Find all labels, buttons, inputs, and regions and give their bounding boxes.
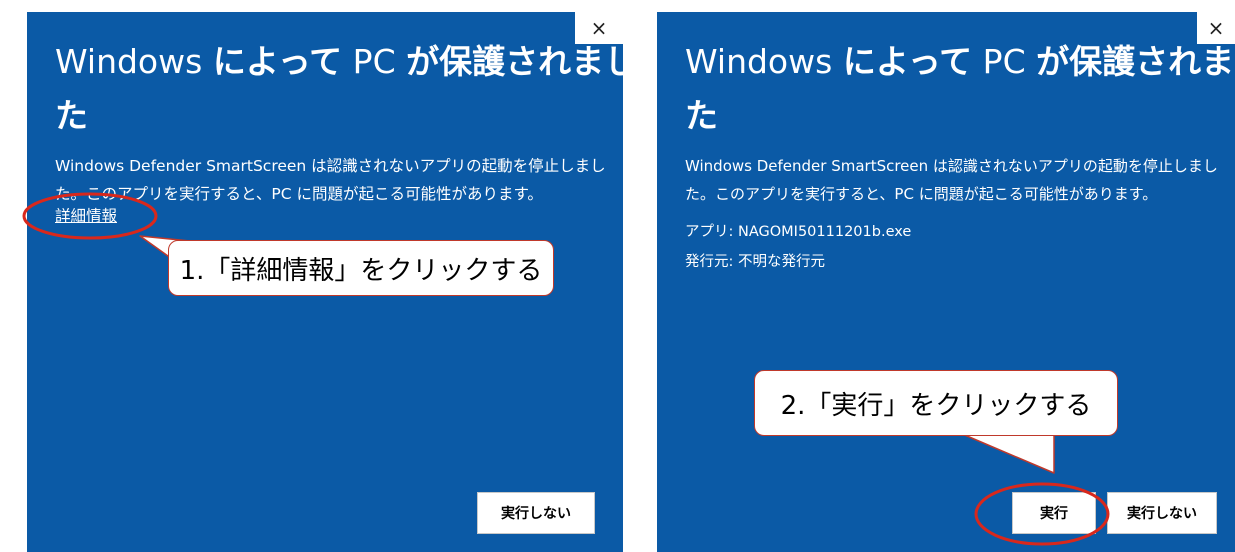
publisher-label: 発行元: [685,254,734,270]
dialog-title: Windows によって PC が保護されまし [55,36,637,88]
title-part-bold: によって [842,42,973,81]
smartscreen-dialog-right: × Windows によって PC が保護されまし た Windows Defe… [657,12,1235,552]
dialog-title-line2: た [685,96,718,135]
title-part-bold: によって [212,42,343,81]
title-part: Windows [55,42,213,81]
publisher-info-row: 発行元: 不明な発行元 [685,250,825,271]
callout-step-1: 1.「詳細情報」をクリックする [168,240,554,296]
dialog-title: Windows によって PC が保護されまし [685,36,1235,88]
callout-step-2: 2.「実行」をクリックする [754,370,1118,436]
title-part-bold: が保護されまし [1036,42,1235,81]
publisher-value: 不明な発行元 [738,254,825,270]
dialog-description: Windows Defender SmartScreen は認識されないアプリの… [55,157,606,203]
app-label: アプリ: [685,224,734,240]
title-part-bold: が保護されまし [406,42,638,81]
app-value: NAGOMI50111201b.exe [738,224,912,240]
run-button[interactable]: 実行 [1012,492,1096,534]
title-part: PC [972,42,1037,81]
dialog-description: Windows Defender SmartScreen は認識されないアプリの… [685,157,1218,203]
app-info-row: アプリ: NAGOMI50111201b.exe [685,220,911,241]
title-part: Windows [685,42,843,81]
dont-run-button[interactable]: 実行しない [1107,492,1217,534]
dont-run-button[interactable]: 実行しない [477,492,595,534]
title-part: PC [342,42,407,81]
dialog-title-line2: た [55,96,88,135]
more-info-link[interactable]: 詳細情報 [55,204,117,226]
